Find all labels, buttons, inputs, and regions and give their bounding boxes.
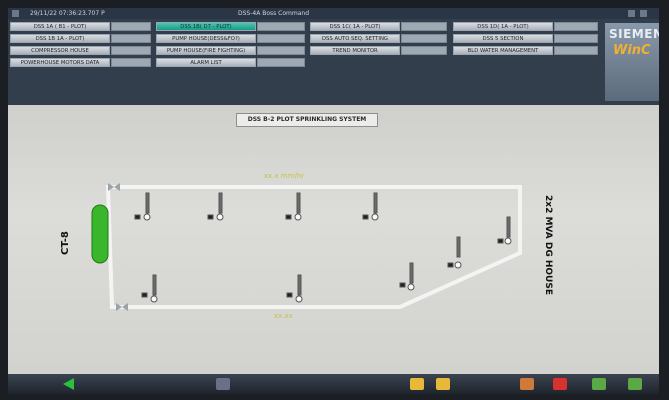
indicator-pad xyxy=(257,34,305,43)
timestamp: 29/11/22 07:36:23.707 P xyxy=(30,10,105,17)
menu-icon[interactable] xyxy=(12,10,19,17)
nav-pump-house-fire[interactable]: PUMP HOUSE(FIRE FIGHTING) xyxy=(156,46,256,55)
folder-open-icon[interactable] xyxy=(436,378,450,390)
nav-trend-monitor[interactable]: TREND MONITOR xyxy=(310,46,400,55)
screen-icon[interactable] xyxy=(216,378,230,390)
indicator-pad xyxy=(257,46,305,55)
nav-dss1a-b1-plot[interactable]: DSS 1A ( B1 - PLOT) xyxy=(10,22,110,31)
folder-icon[interactable] xyxy=(410,378,424,390)
indicator-pad xyxy=(554,22,598,31)
sprinkler-valve-top-1[interactable] xyxy=(134,192,151,221)
nav-dss5-section[interactable]: DSS 5 SECTION xyxy=(453,34,553,43)
brand-line1: SIEMEN xyxy=(609,27,659,41)
indicator-pad xyxy=(401,34,447,43)
check-icon[interactable] xyxy=(592,378,606,390)
nav-dss1d-1a-plot[interactable]: DSS 1D( 1A - PLOT) xyxy=(453,22,553,31)
nav-compressor-house[interactable]: COMPRESSOR HOUSE xyxy=(10,46,110,55)
brand-line2: WinC xyxy=(613,43,651,58)
sprinkler-valve-bottom-3[interactable] xyxy=(399,262,415,291)
sprinkler-valve-bottom-1[interactable] xyxy=(141,274,158,303)
ct8-label: CT-8 xyxy=(60,231,71,255)
sprinkler-valve-top-2[interactable] xyxy=(207,192,224,221)
nav-powerhouse-motors[interactable]: POWERHOUSE MOTORS DATA xyxy=(10,58,110,67)
nav-dss1b-1a-plot[interactable]: DSS 1B 1A - PLOT) xyxy=(10,34,110,43)
sprinkler-valve-top-4[interactable] xyxy=(362,192,379,221)
siemens-wincc-logo: SIEMEN WinC xyxy=(605,23,659,101)
navigation-menu: DSS 1A ( B1 - PLOT) DSS 1B 1A - PLOT) CO… xyxy=(8,19,659,105)
power-icon[interactable] xyxy=(553,378,567,390)
indicator-pad xyxy=(257,58,305,67)
nav-pump-house[interactable]: PUMP HOUSE(DESS&FO?) xyxy=(156,34,256,43)
indicator-pad xyxy=(111,22,151,31)
nav-bld-water-mgmt[interactable]: BLD WATER MANAGEMENT xyxy=(453,46,553,55)
indicator-pad xyxy=(111,58,151,67)
sprinkler-valve-right-1[interactable] xyxy=(497,216,512,245)
back-arrow-icon[interactable] xyxy=(63,378,74,390)
indicator-pad xyxy=(401,22,447,31)
title-bar: 29/11/22 07:36:23.707 P DSS-4A Boss Comm… xyxy=(8,8,659,19)
nav-dss1c-1a-plot[interactable]: DSS 1C( 1A - PLOT) xyxy=(310,22,400,31)
indicator-pad xyxy=(111,34,151,43)
window-title: DSS-4A Boss Command xyxy=(238,10,310,17)
sprinkler-valve-right-2[interactable] xyxy=(447,236,462,269)
nav-dss1b-d7-plot[interactable]: DSS 1B( D7 - PLOT) xyxy=(156,22,256,31)
sprinkler-valve-top-3[interactable] xyxy=(285,192,302,221)
bottom-pipe-label: xx.xx xyxy=(274,312,293,320)
confirm-icon[interactable] xyxy=(628,378,642,390)
indicator-pad xyxy=(111,46,151,55)
tools-icon[interactable] xyxy=(520,378,534,390)
ct8-tank[interactable] xyxy=(91,204,109,264)
bottom-toolbar xyxy=(8,374,659,394)
pipeline-diagram xyxy=(91,183,522,311)
nav-dss-auto-seq[interactable]: DSS AUTO SEQ. SETTING xyxy=(310,34,400,43)
minimize-icon[interactable] xyxy=(628,10,635,17)
nav-alarm-list[interactable]: ALARM LIST xyxy=(156,58,256,67)
dg-house-label: 2x2 MVA DG HOUSE xyxy=(543,195,553,295)
process-view: DSS B-2 PLOT SPRINKLING SYSTEM CT-8 2x2 … xyxy=(8,105,659,375)
sprinkler-valve-bottom-2[interactable] xyxy=(286,274,303,303)
indicator-pad xyxy=(401,46,447,55)
screen: 29/11/22 07:36:23.707 P DSS-4A Boss Comm… xyxy=(8,8,659,394)
indicator-pad xyxy=(554,46,598,55)
inlet-valve-bottom[interactable] xyxy=(116,303,128,311)
top-pipe-label: xx.x mm/hr xyxy=(264,172,305,180)
indicator-pad xyxy=(257,22,305,31)
close-icon[interactable] xyxy=(640,10,647,17)
indicator-pad xyxy=(554,34,598,43)
